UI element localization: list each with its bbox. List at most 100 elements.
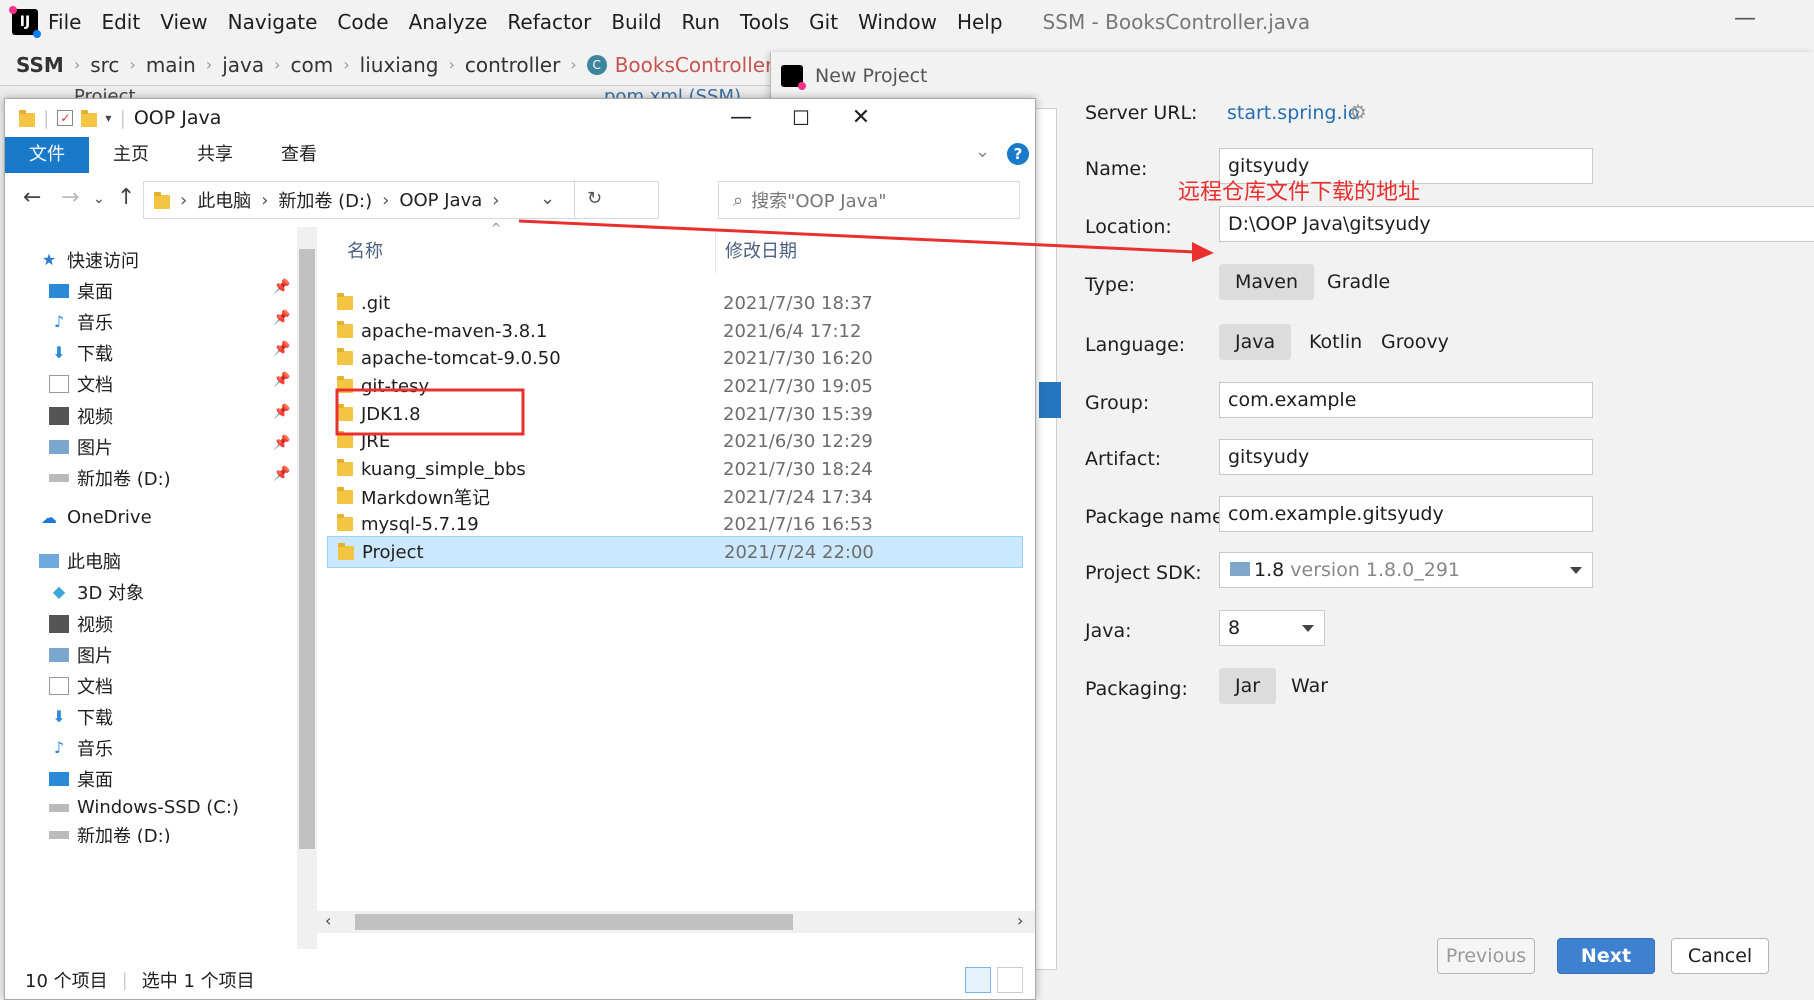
breadcrumb-com[interactable]: com <box>291 53 334 77</box>
menu-view[interactable]: View <box>160 10 207 34</box>
menu-refactor[interactable]: Refactor <box>507 10 591 34</box>
nav-quick-access[interactable]: ★ 快速访问 <box>39 247 139 273</box>
nav-pictures[interactable]: 图片 <box>49 434 113 460</box>
breadcrumb-controller[interactable]: controller <box>465 53 560 77</box>
language-groovy[interactable]: Groovy <box>1365 324 1465 360</box>
menu-git[interactable]: Git <box>809 10 838 34</box>
document-icon <box>49 677 69 695</box>
ide-minimize-icon[interactable]: — <box>1734 6 1756 31</box>
nav-documents[interactable]: 文档 <box>49 371 113 397</box>
group-field[interactable]: com.example <box>1219 382 1593 418</box>
gear-icon[interactable]: ⚙ <box>1349 100 1367 124</box>
next-button[interactable]: Next <box>1557 938 1655 974</box>
address-oop-java[interactable]: OOP Java <box>399 190 482 211</box>
nav-drive-c[interactable]: Windows-SSD (C:) <box>49 797 239 818</box>
nav-pc-downloads[interactable]: ⬇ 下载 <box>49 704 113 730</box>
tiles-view-icon[interactable] <box>997 967 1023 993</box>
list-scrollbar-thumb[interactable] <box>355 914 793 930</box>
nav-3d-objects[interactable]: ◆ 3D 对象 <box>49 579 144 605</box>
pin-icon[interactable]: 📌 <box>273 310 290 326</box>
scroll-left-icon[interactable]: ‹ <box>325 911 331 930</box>
nav-pc-videos[interactable]: 视频 <box>49 611 113 637</box>
breadcrumb-liuxiang[interactable]: liuxiang <box>360 53 439 77</box>
type-maven[interactable]: Maven <box>1219 264 1315 300</box>
address-dropdown-icon[interactable]: ⌄ <box>540 188 555 209</box>
previous-button[interactable]: Previous <box>1437 938 1535 974</box>
column-header-name[interactable]: 名称 <box>347 227 383 277</box>
properties-icon[interactable]: ✓ <box>57 110 74 126</box>
search-input[interactable]: ⌕ 搜索"OOP Java" <box>718 181 1020 219</box>
packaging-jar[interactable]: Jar <box>1219 668 1277 704</box>
nav-scrollbar-thumb[interactable] <box>299 249 315 849</box>
menu-help[interactable]: Help <box>957 10 1003 34</box>
nav-desktop[interactable]: 桌面 <box>49 278 113 304</box>
nav-pc-desktop[interactable]: 桌面 <box>49 766 113 792</box>
back-arrow-icon[interactable]: ← <box>23 185 41 210</box>
menu-code[interactable]: Code <box>337 10 388 34</box>
ribbon-expand-icon[interactable]: ⌄ <box>975 141 990 162</box>
menu-tools[interactable]: Tools <box>740 10 789 34</box>
menu-analyze[interactable]: Analyze <box>409 10 488 34</box>
packaging-war[interactable]: War <box>1275 668 1344 704</box>
project-sdk-dropdown[interactable]: 1.8 version 1.8.0_291 <box>1219 552 1593 588</box>
ribbon-tab-share[interactable]: 共享 <box>173 137 257 173</box>
package-name-field[interactable]: com.example.gitsyudy <box>1219 496 1593 532</box>
address-bar[interactable]: › 此电脑 › 新加卷 (D:) › OOP Java › ⌄ ↻ <box>143 180 659 219</box>
nav-pc-drive-d[interactable]: 新加卷 (D:) <box>49 827 171 843</box>
nav-onedrive[interactable]: ☁ OneDrive <box>39 507 152 528</box>
up-arrow-icon[interactable]: ↑ <box>117 185 135 210</box>
menu-build[interactable]: Build <box>611 10 661 34</box>
qat-dropdown-icon[interactable]: ▾ <box>105 111 111 125</box>
forward-arrow-icon[interactable]: → <box>61 185 79 210</box>
nav-pc-music[interactable]: ♪ 音乐 <box>49 735 113 761</box>
ribbon-tab-home[interactable]: 主页 <box>89 137 173 173</box>
java-version-dropdown[interactable]: 8 <box>1219 610 1325 646</box>
refresh-icon[interactable]: ↻ <box>574 180 602 218</box>
explorer-ribbon: 文件 主页 共享 查看 ⌄ ? <box>5 137 1035 173</box>
nav-music[interactable]: ♪ 音乐 <box>49 309 113 335</box>
ribbon-tab-file[interactable]: 文件 <box>5 137 89 173</box>
menu-run[interactable]: Run <box>682 10 720 34</box>
pin-icon[interactable]: 📌 <box>273 466 290 482</box>
address-this-pc[interactable]: 此电脑 <box>197 187 251 213</box>
pin-icon[interactable]: 📌 <box>273 435 290 451</box>
type-gradle[interactable]: Gradle <box>1311 264 1406 300</box>
pin-icon[interactable]: 📌 <box>273 279 290 295</box>
server-url-link[interactable]: start.spring.io <box>1227 102 1359 124</box>
nav-downloads[interactable]: ⬇ 下载 <box>49 340 113 366</box>
pin-icon[interactable]: 📌 <box>273 404 290 420</box>
maximize-icon[interactable]: ☐ <box>771 99 831 137</box>
help-icon[interactable]: ? <box>1007 143 1029 165</box>
nav-pc-documents[interactable]: 文档 <box>49 673 113 699</box>
breadcrumb-bookscontroller[interactable]: BooksController <box>615 53 774 77</box>
scroll-right-icon[interactable]: › <box>1017 911 1023 930</box>
explorer-title: OOP Java <box>133 107 222 129</box>
file-row-selected[interactable]: Project 2021/7/24 22:00 <box>327 536 1023 568</box>
minimize-icon[interactable]: — <box>711 99 771 137</box>
cancel-button[interactable]: Cancel <box>1671 938 1769 974</box>
breadcrumb-main[interactable]: main <box>146 53 196 77</box>
breadcrumb-src[interactable]: src <box>90 53 119 77</box>
menu-window[interactable]: Window <box>858 10 937 34</box>
pin-icon[interactable]: 📌 <box>273 372 290 388</box>
artifact-field[interactable]: gitsyudy <box>1219 439 1593 475</box>
menu-edit[interactable]: Edit <box>101 10 140 34</box>
address-drive-d[interactable]: 新加卷 (D:) <box>278 187 372 213</box>
breadcrumb-ssm[interactable]: SSM <box>16 53 64 77</box>
pin-icon[interactable]: 📌 <box>273 341 290 357</box>
new-folder-icon[interactable] <box>81 110 98 127</box>
close-icon[interactable]: ✕ <box>831 99 891 137</box>
details-view-icon[interactable] <box>965 967 991 993</box>
ribbon-tab-view[interactable]: 查看 <box>257 137 341 173</box>
language-java[interactable]: Java <box>1219 324 1292 360</box>
menu-file[interactable]: File <box>48 10 81 34</box>
location-field[interactable]: D:\OOP Java\gitsyudy <box>1219 206 1814 242</box>
nav-videos[interactable]: 视频 <box>49 403 113 429</box>
nav-pc-pictures[interactable]: 图片 <box>49 642 113 668</box>
recent-dropdown-icon[interactable]: ⌄ <box>93 191 105 207</box>
nav-this-pc[interactable]: 此电脑 <box>39 548 121 574</box>
nav-drive-d[interactable]: 新加卷 (D:) <box>49 465 171 491</box>
menu-navigate[interactable]: Navigate <box>228 10 318 34</box>
column-header-modified[interactable]: 修改日期 <box>725 227 797 277</box>
breadcrumb-java[interactable]: java <box>222 53 264 77</box>
